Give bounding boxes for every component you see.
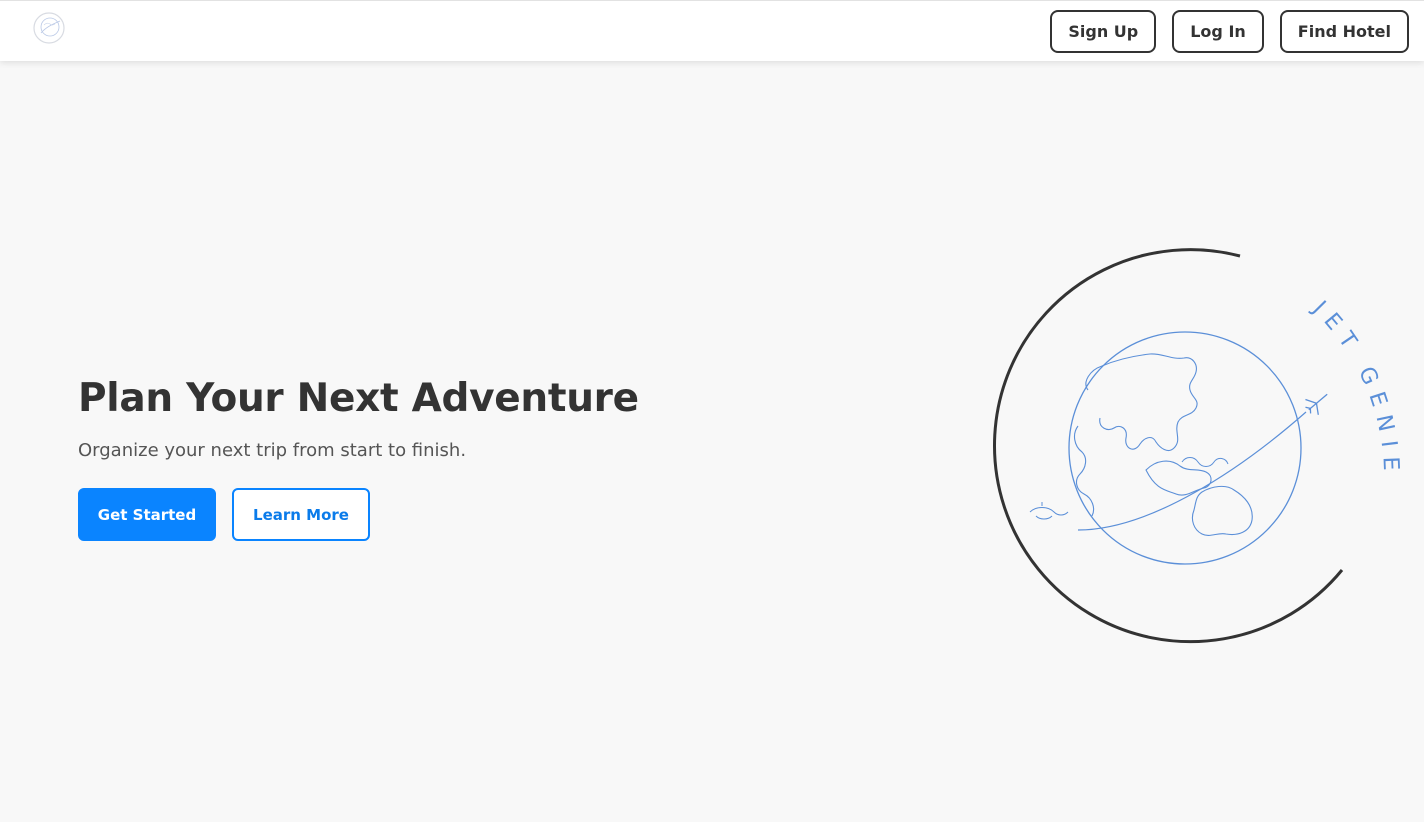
find-hotel-button[interactable]: Find Hotel bbox=[1279, 10, 1409, 53]
get-started-button[interactable]: Get Started bbox=[78, 488, 216, 541]
hero-subtitle: Organize your next trip from start to fi… bbox=[78, 440, 467, 461]
hero-section: Plan Your Next Adventure Organize your n… bbox=[78, 372, 639, 541]
top-navbar: Sign Up Log In Find Hotel bbox=[0, 0, 1424, 61]
logo-wordmark: JET GENIE bbox=[1306, 295, 1394, 480]
jet-genie-logo-icon[interactable] bbox=[32, 11, 66, 45]
svg-text:JET GENIE: JET GENIE bbox=[1306, 295, 1403, 480]
hero-actions: Get Started Learn More bbox=[78, 488, 639, 541]
globe-airplane-icon: JET GENIE bbox=[993, 248, 1403, 644]
log-in-button[interactable]: Log In bbox=[1172, 10, 1264, 53]
hero-title: Plan Your Next Adventure bbox=[78, 376, 639, 421]
sign-up-button[interactable]: Sign Up bbox=[1050, 10, 1157, 53]
learn-more-button[interactable]: Learn More bbox=[232, 488, 370, 541]
nav-button-group: Sign Up Log In Find Hotel bbox=[1050, 10, 1409, 53]
